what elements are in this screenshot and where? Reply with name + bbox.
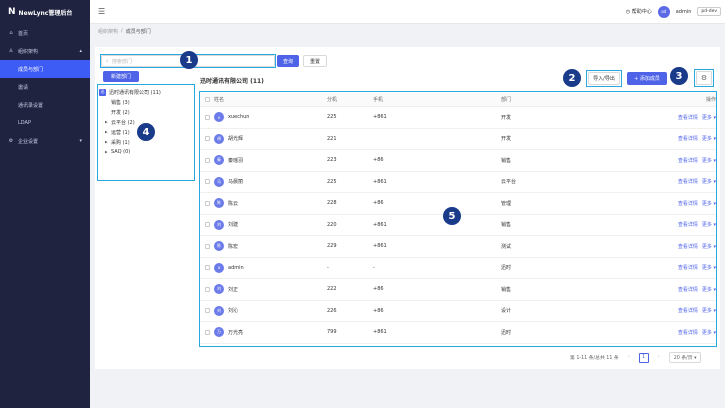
help-center-label: 帮助中心 — [631, 9, 652, 15]
org-icon: ♙ — [8, 48, 14, 54]
settings-icon: ⚙ — [8, 138, 14, 144]
nav-invite[interactable]: 邀请 — [0, 78, 90, 96]
breadcrumb-current: 成员与部门 — [125, 29, 151, 35]
breadcrumb-separator: / — [121, 28, 123, 34]
chevron-down-icon: ▾ — [79, 138, 82, 144]
new-department-button[interactable]: 新建部门 — [103, 71, 139, 82]
logo-mark: N — [8, 7, 15, 17]
breadcrumb-parent[interactable]: 组织架构 — [98, 28, 118, 35]
username[interactable]: admin — [676, 9, 692, 15]
org-title: 迅时通讯有限公司 (11) — [200, 78, 264, 85]
help-center-link[interactable]: ◷ 帮助中心 — [626, 8, 652, 15]
annotation-badge-2: 2 — [563, 69, 581, 87]
annotation-box-2 — [586, 70, 622, 87]
reset-button[interactable]: 重置 — [303, 55, 327, 67]
prev-page-button[interactable]: ‹ — [624, 353, 634, 363]
new-department-label: 新建部门 — [110, 74, 131, 80]
nav-enterprise-label: 企业设置 — [18, 138, 39, 145]
nav-contact-settings[interactable]: 通讯录设置 — [0, 96, 90, 114]
nav-members-departments[interactable]: 成员与部门 — [0, 60, 90, 78]
nav-enterprise-settings[interactable]: ⚙ 企业设置 ▾ — [0, 132, 90, 150]
next-page-button[interactable]: › — [654, 353, 664, 363]
help-icon: ◷ — [625, 9, 631, 15]
pagination-summary: 第 1-11 条/总共 11 条 — [570, 356, 619, 361]
nav-org-label: 组织架构 — [18, 48, 39, 55]
nav-home[interactable]: ⌂ 首页 — [0, 24, 90, 42]
annotation-badge-3: 3 — [670, 67, 688, 85]
annotation-badge-4: 4 — [137, 123, 155, 141]
menu-toggle-icon[interactable]: ☰ — [98, 7, 105, 16]
header-right: ◷ 帮助中心 ad admin pd-dev — [626, 5, 721, 18]
annotation-badge-1: 1 — [180, 51, 198, 69]
logo-text: NewLync管理后台 — [18, 9, 73, 17]
query-button[interactable]: 查询 — [277, 55, 299, 67]
chevron-up-icon: ▴ — [79, 48, 82, 54]
top-header: ☰ ◷ 帮助中心 ad admin pd-dev — [90, 0, 725, 24]
nav-ldap[interactable]: LDAP — [0, 114, 90, 132]
annotation-box-3 — [694, 69, 714, 87]
sidebar: N NewLync管理后台 ⌂ 首页 ♙ 组织架构 ▴ 成员与部门 邀请 通讯录… — [0, 0, 90, 408]
pagination: 第 1-11 条/总共 11 条 ‹ 1 › 20 条/页 ▾ — [570, 352, 702, 363]
env-badge[interactable]: pd-dev — [697, 7, 721, 16]
breadcrumb: 组织架构 / 成员与部门 — [98, 28, 151, 35]
home-icon: ⌂ — [9, 30, 13, 36]
page-size-select[interactable]: 20 条/页 ▾ — [668, 352, 702, 363]
nav-home-label: 首页 — [18, 30, 29, 37]
annotation-badge-5: 5 — [443, 207, 461, 225]
nav-org-structure[interactable]: ♙ 组织架构 ▴ — [0, 42, 90, 60]
add-member-button[interactable]: + 添加成员 — [627, 72, 667, 85]
avatar[interactable]: ad — [657, 5, 670, 18]
current-page[interactable]: 1 — [638, 352, 649, 363]
logo: N NewLync管理后台 — [0, 0, 90, 24]
